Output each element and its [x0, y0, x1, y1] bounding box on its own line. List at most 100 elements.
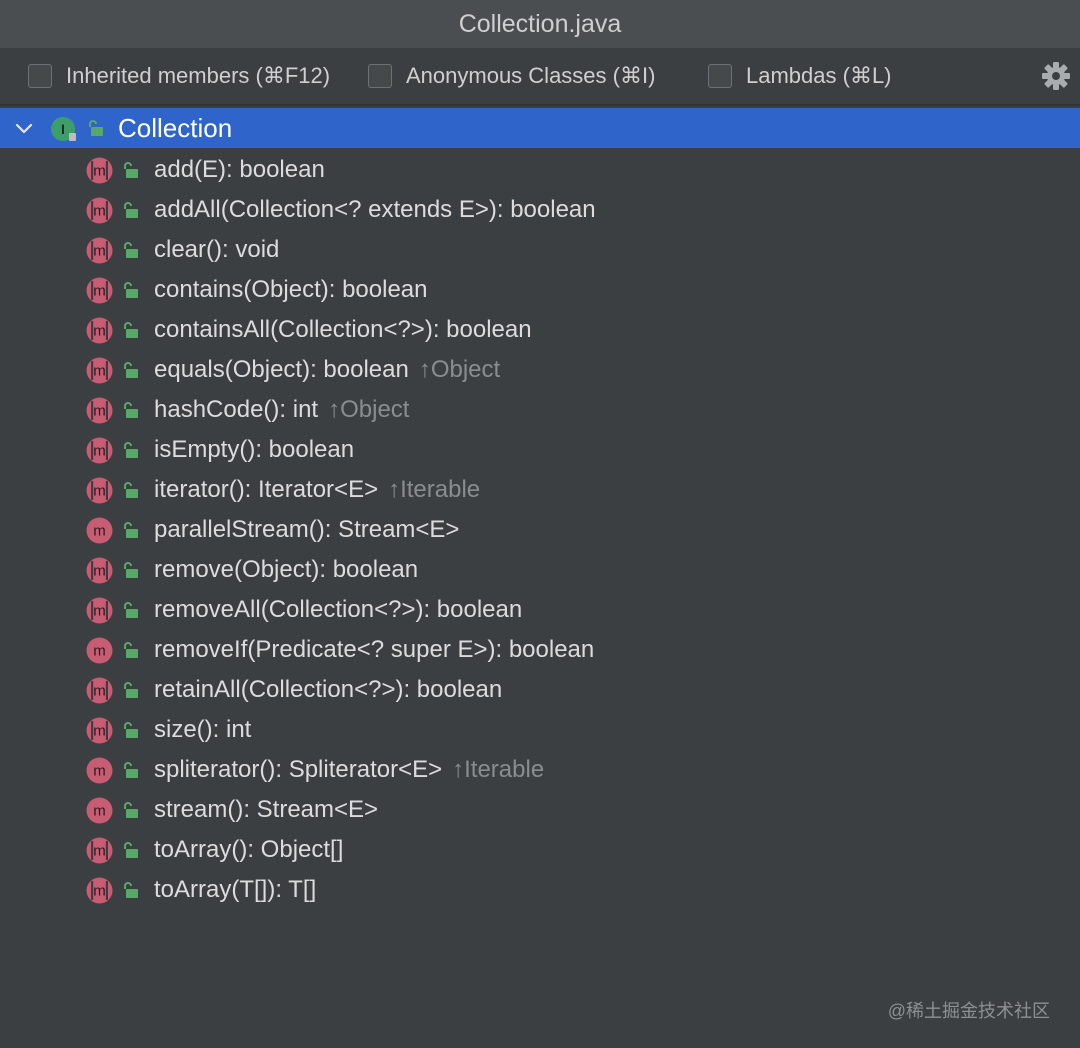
- tree-root-collection[interactable]: I Collection: [0, 108, 1080, 148]
- member-row[interactable]: m spliterator(): Spliterator<E> ↑Iterable: [0, 750, 1080, 790]
- svg-text:m: m: [93, 163, 106, 180]
- member-row[interactable]: m toArray(): Object[]: [0, 830, 1080, 870]
- window-title: Collection.java: [458, 9, 622, 38]
- member-row[interactable]: m iterator(): Iterator<E> ↑Iterable: [0, 470, 1080, 510]
- svg-text:m: m: [93, 443, 106, 460]
- member-row[interactable]: m containsAll(Collection<?>): boolean: [0, 310, 1080, 350]
- member-row[interactable]: m parallelStream(): Stream<E>: [0, 510, 1080, 550]
- member-row[interactable]: m size(): int: [0, 710, 1080, 750]
- svg-text:I: I: [61, 121, 65, 137]
- public-lock-icon: [124, 682, 138, 698]
- member-row[interactable]: m toArray(T[]): T[]: [0, 870, 1080, 910]
- member-signature: retainAll(Collection<?>): boolean: [154, 676, 503, 703]
- method-icon: m: [86, 877, 113, 904]
- inherited-members-label: Inherited members (⌘F12): [66, 63, 331, 88]
- member-row[interactable]: m add(E): boolean: [0, 150, 1080, 190]
- member-row[interactable]: m equals(Object): boolean ↑Object: [0, 350, 1080, 390]
- method-icon: m: [86, 597, 113, 624]
- member-row[interactable]: m stream(): Stream<E>: [0, 790, 1080, 830]
- public-lock-icon: [89, 120, 103, 136]
- svg-text:m: m: [93, 323, 106, 340]
- svg-text:m: m: [93, 883, 106, 900]
- member-signature: spliterator(): Spliterator<E>: [154, 756, 443, 783]
- anonymous-classes-label: Anonymous Classes (⌘I): [406, 63, 656, 88]
- member-signature: remove(Object): boolean: [154, 556, 419, 583]
- member-row[interactable]: m remove(Object): boolean: [0, 550, 1080, 590]
- method-icon: m: [86, 717, 113, 744]
- member-signature: equals(Object): boolean: [154, 356, 409, 383]
- member-signature: stream(): Stream<E>: [154, 796, 379, 823]
- svg-text:m: m: [93, 683, 106, 700]
- public-lock-icon: [124, 282, 138, 298]
- member-signature: parallelStream(): Stream<E>: [154, 516, 460, 543]
- public-lock-icon: [124, 802, 138, 818]
- public-lock-icon: [124, 762, 138, 778]
- public-lock-icon: [124, 202, 138, 218]
- method-icon: m: [86, 357, 113, 384]
- method-icon: m: [86, 277, 113, 304]
- inherited-from-label: ↑Iterable: [452, 756, 545, 783]
- checkbox-box[interactable]: [708, 64, 732, 88]
- member-signature: removeAll(Collection<?>): boolean: [154, 596, 523, 623]
- public-lock-icon: [124, 322, 138, 338]
- inherited-members-checkbox[interactable]: Inherited members (⌘F12): [28, 62, 330, 90]
- public-lock-icon: [124, 162, 138, 178]
- member-row[interactable]: m removeIf(Predicate<? super E>): boolean: [0, 630, 1080, 670]
- filter-toolbar: Inherited members (⌘F12) Anonymous Class…: [0, 48, 1080, 106]
- gear-icon[interactable]: [1040, 60, 1072, 92]
- anonymous-classes-checkbox[interactable]: Anonymous Classes (⌘I): [368, 62, 655, 90]
- method-icon: m: [86, 517, 113, 544]
- member-signature: addAll(Collection<? extends E>): boolean: [154, 196, 596, 223]
- interface-icon: I: [51, 117, 76, 141]
- public-lock-icon: [124, 642, 138, 658]
- svg-text:m: m: [93, 283, 106, 300]
- inherited-from-label: ↑Object: [418, 356, 501, 383]
- svg-text:m: m: [93, 723, 106, 740]
- member-row[interactable]: m contains(Object): boolean: [0, 270, 1080, 310]
- member-signature: contains(Object): boolean: [154, 276, 428, 303]
- public-lock-icon: [124, 482, 138, 498]
- inherited-from-label: ↑Object: [328, 396, 410, 423]
- method-icon: m: [86, 837, 113, 864]
- chevron-down-icon[interactable]: [12, 116, 36, 140]
- svg-text:m: m: [93, 603, 106, 620]
- svg-text:m: m: [93, 363, 106, 380]
- member-row[interactable]: m retainAll(Collection<?>): boolean: [0, 670, 1080, 710]
- public-lock-icon: [124, 402, 138, 418]
- svg-text:m: m: [93, 523, 106, 540]
- member-row[interactable]: m isEmpty(): boolean: [0, 430, 1080, 470]
- method-icon: m: [86, 477, 113, 504]
- lambdas-checkbox[interactable]: Lambdas (⌘L): [708, 62, 892, 90]
- window-title-bar: Collection.java: [0, 0, 1080, 48]
- svg-text:m: m: [93, 803, 106, 820]
- member-signature: isEmpty(): boolean: [154, 436, 355, 463]
- member-row[interactable]: m addAll(Collection<? extends E>): boolea…: [0, 190, 1080, 230]
- method-icon: m: [86, 677, 113, 704]
- svg-text:m: m: [93, 243, 106, 260]
- public-lock-icon: [124, 242, 138, 258]
- svg-text:m: m: [93, 643, 106, 660]
- tree-root-label: Collection: [118, 113, 233, 143]
- public-lock-icon: [124, 602, 138, 618]
- public-lock-icon: [124, 362, 138, 378]
- member-row[interactable]: m hashCode(): int ↑Object: [0, 390, 1080, 430]
- svg-text:m: m: [93, 483, 106, 500]
- member-signature: size(): int: [154, 716, 252, 743]
- member-signature: clear(): void: [154, 236, 280, 263]
- method-icon: m: [86, 557, 113, 584]
- svg-text:m: m: [93, 563, 106, 580]
- public-lock-icon: [124, 562, 138, 578]
- method-icon: m: [86, 397, 113, 424]
- checkbox-box[interactable]: [368, 64, 392, 88]
- watermark: @稀土掘金技术社区: [887, 1001, 1050, 1021]
- checkbox-box[interactable]: [28, 64, 52, 88]
- method-icon: m: [86, 757, 113, 784]
- member-row[interactable]: m removeAll(Collection<?>): boolean: [0, 590, 1080, 630]
- method-icon: m: [86, 237, 113, 264]
- member-signature: hashCode(): int: [154, 396, 319, 423]
- public-lock-icon: [124, 842, 138, 858]
- method-icon: m: [86, 197, 113, 224]
- svg-text:m: m: [93, 203, 106, 220]
- member-row[interactable]: m clear(): void: [0, 230, 1080, 270]
- lambdas-label: Lambdas (⌘L): [746, 63, 892, 88]
